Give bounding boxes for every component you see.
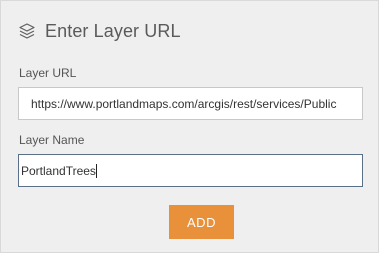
dialog-header: Enter Layer URL [18,18,181,44]
layer-url-value: https://www.portlandmaps.com/arcgis/rest… [31,96,337,111]
layer-name-value: PortlandTrees [21,163,96,178]
dialog-title: Enter Layer URL [45,20,181,41]
layer-name-label: Layer Name [19,133,85,147]
layer-url-label: Layer URL [19,66,77,80]
text-caret [95,163,97,178]
enter-layer-url-panel: Enter Layer URL Layer URL https://www.po… [0,0,379,253]
layers-icon [18,22,36,40]
layer-url-input[interactable]: https://www.portlandmaps.com/arcgis/rest… [18,87,363,120]
layer-name-input[interactable]: PortlandTrees [18,154,363,187]
add-button[interactable]: ADD [169,205,234,239]
